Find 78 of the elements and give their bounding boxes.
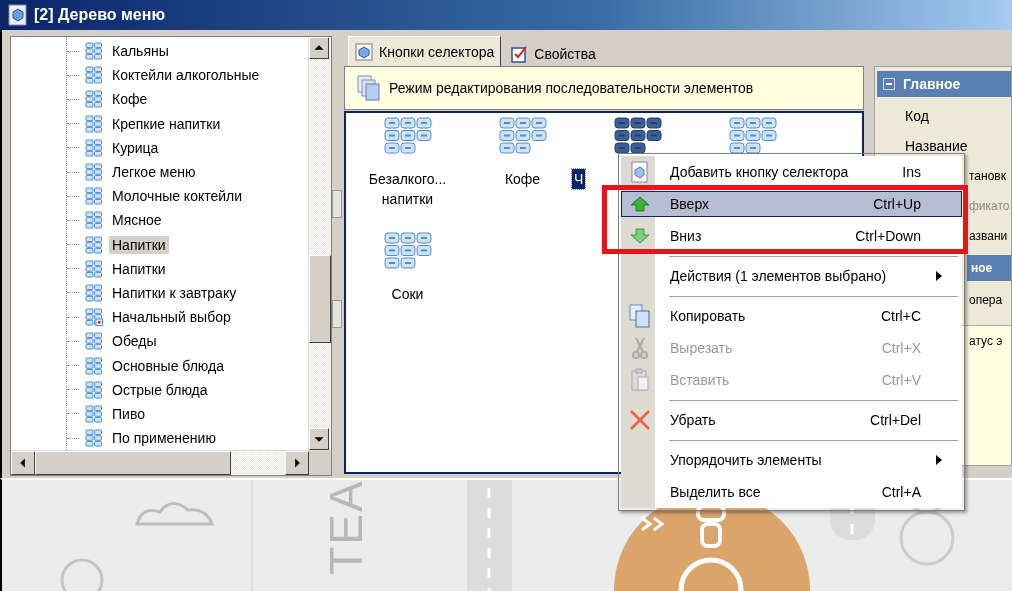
clipboard-icon [630, 368, 650, 392]
tree-item[interactable]: Напитки к завтраку [109, 283, 240, 302]
scroll-down-button[interactable] [309, 428, 330, 450]
tree-item[interactable]: По применению [109, 429, 219, 448]
group-icon [85, 163, 103, 182]
tree-item[interactable]: Основные блюда [109, 356, 228, 375]
menu-item[interactable]: Вверх Ctrl+Up [621, 191, 962, 217]
cross-icon [629, 409, 651, 431]
group-icon [85, 283, 103, 302]
group-icon [85, 429, 103, 448]
group-icon [85, 259, 103, 278]
property-name: опера [969, 293, 1003, 307]
property-name: азвани [969, 229, 1008, 243]
menu-item[interactable]: Добавить кнопку селектора Ins [621, 159, 962, 185]
group-icon [85, 211, 103, 230]
property-name: Название [904, 137, 969, 156]
start-group-icon [85, 308, 103, 327]
checklist-icon [510, 44, 529, 63]
group-icon [85, 380, 103, 399]
scroll-right-button[interactable] [285, 451, 310, 475]
group-icon [85, 332, 103, 351]
selector-button-label[interactable]: Ч [572, 169, 586, 189]
scrollbar-thumb[interactable] [309, 255, 332, 343]
property-name: тановк [969, 169, 1006, 183]
menu-item[interactable]: Выделить все Ctrl+A [621, 479, 962, 505]
info-text: Режим редактирования последовательности элементов [389, 80, 754, 96]
submenu-arrow-icon [935, 454, 943, 466]
tree-item[interactable]: Кофе [109, 90, 151, 109]
tab[interactable]: Кнопки селектора [348, 36, 502, 66]
group-icon [85, 66, 103, 85]
selector-button-label[interactable]: Соки [357, 284, 458, 304]
group-icon [85, 356, 103, 375]
tree-item[interactable]: Легкое меню [109, 163, 199, 182]
property-name: Код [904, 107, 930, 126]
copy-icon [629, 304, 651, 328]
menu-item[interactable]: Вниз Ctrl+Down [621, 223, 962, 249]
tree-item[interactable]: Пиво [109, 404, 148, 423]
group-icon [85, 404, 103, 423]
tree-item[interactable]: Острые блюда [109, 380, 211, 399]
submenu-arrow-icon [935, 270, 943, 282]
tree-item[interactable]: Коктейли алкогольные [109, 66, 263, 85]
up-arrow-icon [629, 195, 651, 213]
window-icon [8, 4, 28, 26]
splitter-handle[interactable] [332, 300, 343, 328]
cube-icon [355, 42, 373, 61]
tree-item[interactable]: Начальный выбор [109, 308, 234, 327]
section-header[interactable]: Главное [877, 71, 1011, 97]
selector-button-icon[interactable] [613, 117, 662, 155]
group-icon [85, 42, 103, 61]
window-title: [2] Дерево меню [34, 6, 166, 24]
property-name: фикато [969, 199, 1010, 213]
tree-item[interactable]: Напитки [109, 235, 169, 254]
scroll-up-button[interactable] [309, 37, 330, 59]
tree-item[interactable]: Крепкие напитки [109, 114, 224, 133]
splitter-handle[interactable] [332, 190, 343, 218]
tree-item[interactable]: Мясное [109, 211, 165, 230]
tree-item[interactable]: Молочные коктейли [109, 187, 246, 206]
selector-button-label[interactable]: Безалкого... напитки [357, 169, 458, 209]
group-icon [85, 114, 103, 133]
group-icon [85, 235, 103, 254]
tree-item[interactable]: Обеды [109, 332, 160, 351]
scroll-left-button[interactable] [11, 451, 35, 475]
collapse-icon[interactable] [883, 78, 895, 90]
scrollbar-corner [309, 451, 332, 475]
scissors-icon [631, 336, 649, 360]
group-icon [85, 138, 103, 157]
group-icon [85, 90, 103, 109]
scrollbar-thumb[interactable] [35, 451, 231, 475]
pages-icon [357, 75, 381, 101]
tree-item[interactable]: Курица [109, 138, 162, 157]
tree-item[interactable]: Кальяны [109, 42, 172, 61]
selector-button-label[interactable]: Кофе [472, 169, 573, 189]
group-icon [85, 187, 103, 206]
tree-item[interactable]: Напитки [109, 259, 169, 278]
doc-icon [630, 161, 650, 183]
section-header[interactable]: ное [967, 255, 1011, 281]
menu-item[interactable]: Действия (1 элементов выбрано) [621, 263, 962, 289]
down-arrow-icon [629, 227, 651, 245]
